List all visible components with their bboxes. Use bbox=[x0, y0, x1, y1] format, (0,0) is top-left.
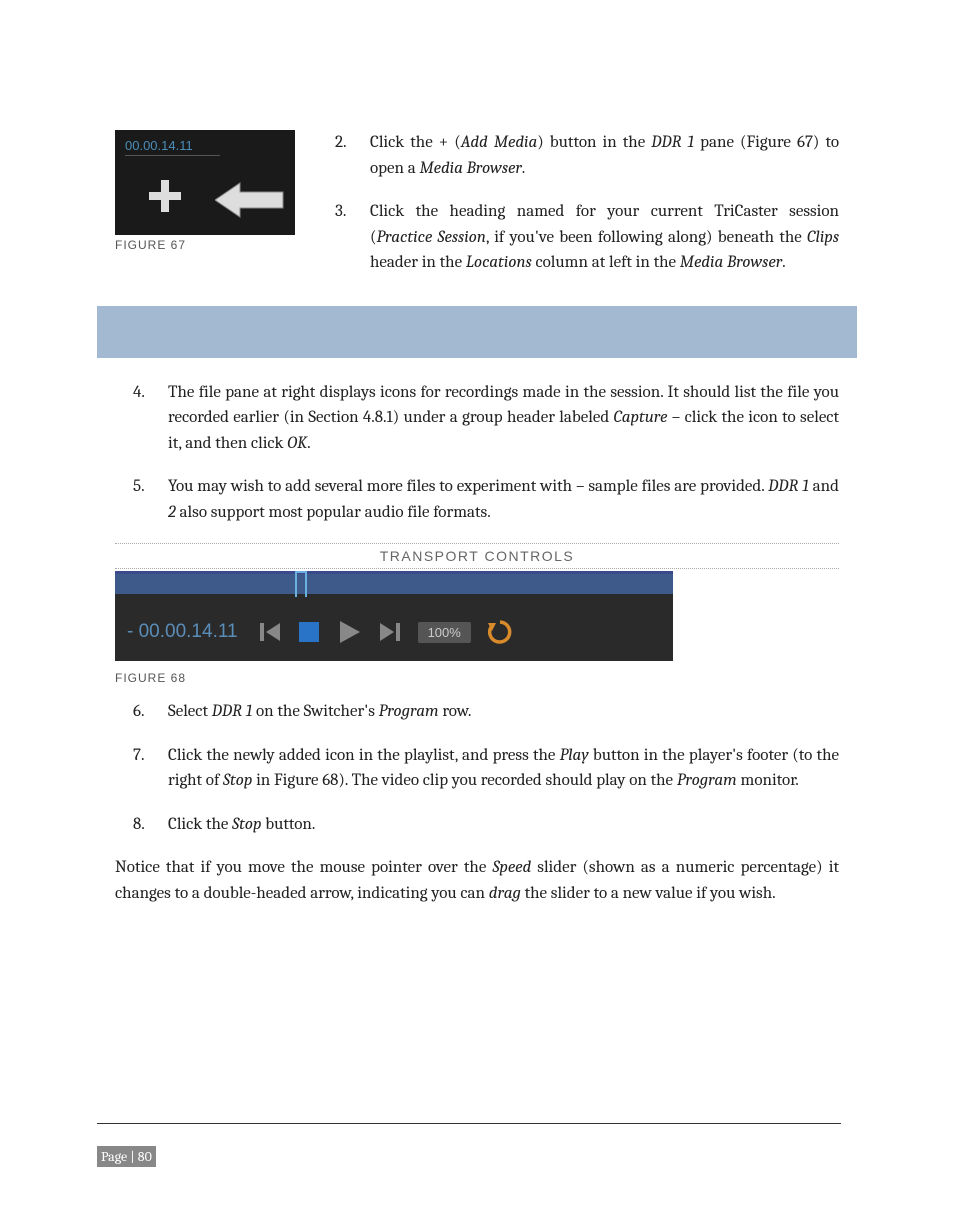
skip-forward-icon bbox=[378, 620, 402, 644]
list-content: Click the Stop button. bbox=[168, 812, 839, 838]
list-item-5: 5. You may wish to add several more file… bbox=[133, 474, 839, 525]
blue-callout-box bbox=[97, 306, 857, 358]
playhead-marker bbox=[295, 571, 307, 597]
page-footer: Page | 80 bbox=[97, 1123, 839, 1167]
figure-67-label: FIGURE 67 bbox=[115, 238, 310, 252]
list-item-3: 3. Click the heading named for your curr… bbox=[335, 199, 839, 276]
list-content: Select DDR 1 on the Switcher's Program r… bbox=[168, 699, 839, 725]
footer-divider bbox=[97, 1123, 841, 1124]
figure-67-container: 00.00.14.11 FIGURE 67 bbox=[115, 130, 310, 252]
figure-67-timecode: 00.00.14.11 bbox=[125, 138, 220, 156]
list-item-2: 2. Click the + (Add Media) button in the… bbox=[335, 130, 839, 181]
body-numbered-list: 4. The file pane at right displays icons… bbox=[115, 380, 839, 526]
list-number: 4. bbox=[133, 380, 168, 457]
arrow-left-icon bbox=[215, 180, 285, 224]
list-item-8: 8. Click the Stop button. bbox=[133, 812, 839, 838]
plus-icon bbox=[147, 178, 183, 222]
scrubber-track bbox=[115, 574, 673, 594]
list-item-7: 7. Click the newly added icon in the pla… bbox=[133, 743, 839, 794]
skip-back-icon bbox=[258, 620, 282, 644]
speed-slider: 100% bbox=[418, 622, 471, 643]
figure-68-label: FIGURE 68 bbox=[115, 671, 839, 685]
figure-68-timecode: - 00.00.14.11 bbox=[127, 621, 238, 643]
list-content: Click the heading named for your current… bbox=[370, 199, 839, 276]
list-item-4: 4. The file pane at right displays icons… bbox=[133, 380, 839, 457]
transport-controls-bar: - 00.00.14.11 100% bbox=[115, 612, 673, 652]
list-content: You may wish to add several more files t… bbox=[168, 474, 839, 525]
section-heading-transport-controls: TRANSPORT CONTROLS bbox=[115, 543, 839, 569]
final-paragraph: Notice that if you move the mouse pointe… bbox=[115, 855, 839, 906]
list-number: 8. bbox=[133, 812, 168, 838]
list-content: The file pane at right displays icons fo… bbox=[168, 380, 839, 457]
list-number: 5. bbox=[133, 474, 168, 525]
list-item-6: 6. Select DDR 1 on the Switcher's Progra… bbox=[133, 699, 839, 725]
loop-icon bbox=[487, 619, 513, 645]
list-content: Click the newly added icon in the playli… bbox=[168, 743, 839, 794]
list-content: Click the + (Add Media) button in the DD… bbox=[370, 130, 839, 181]
body-numbered-list-2: 6. Select DDR 1 on the Switcher's Progra… bbox=[115, 699, 839, 837]
figure-68-image: - 00.00.14.11 100% bbox=[115, 571, 673, 661]
stop-icon bbox=[298, 621, 320, 643]
list-number: 6. bbox=[133, 699, 168, 725]
list-number: 2. bbox=[335, 130, 370, 181]
figure-67-image: 00.00.14.11 bbox=[115, 130, 295, 235]
list-number: 7. bbox=[133, 743, 168, 794]
page-number: Page | 80 bbox=[97, 1146, 156, 1167]
play-icon bbox=[336, 619, 362, 645]
list-number: 3. bbox=[335, 199, 370, 276]
